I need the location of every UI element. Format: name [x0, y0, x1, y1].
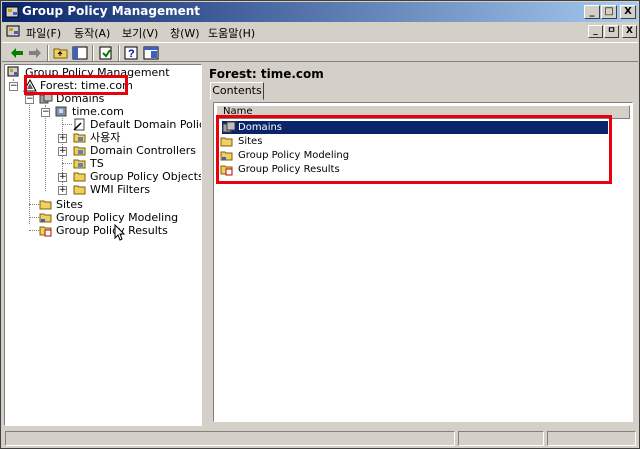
- tree-item-label: WMI Filters: [90, 183, 151, 196]
- tree-line: [29, 217, 39, 218]
- back-arrow-icon[interactable]: [8, 45, 26, 61]
- console-icon[interactable]: [6, 25, 22, 39]
- menu-action[interactable]: 동작(A): [74, 25, 110, 41]
- status-cell-main: [5, 431, 455, 446]
- tree-item-label: Group Policy Results: [56, 224, 168, 237]
- console-tree[interactable]: Group Policy Management − Forest: time.c…: [4, 64, 202, 426]
- tree-item-label: Default Domain Policy: [90, 118, 202, 131]
- up-folder-icon[interactable]: [52, 45, 70, 61]
- collapse-domains-toggle[interactable]: −: [25, 95, 34, 104]
- folder-icon: [73, 185, 86, 195]
- menu-bar: 파일(F) 동작(A) 보기(V) 창(W) 도움말(H) _ ㅁ X: [2, 22, 638, 42]
- expand-domain-controllers-toggle[interactable]: +: [58, 147, 67, 156]
- svg-text:?: ?: [128, 48, 135, 60]
- menu-window[interactable]: 창(W): [170, 25, 200, 41]
- results-folder-icon: [39, 226, 52, 237]
- folder-icon: [73, 172, 86, 182]
- forward-arrow-icon[interactable]: [26, 45, 44, 61]
- help-icon[interactable]: ?: [123, 45, 141, 61]
- tree-item-label: TS: [90, 157, 104, 170]
- ou-folder-icon: [73, 159, 86, 169]
- status-cell: [458, 431, 544, 446]
- minimize-button[interactable]: _: [584, 5, 600, 19]
- collapse-domain-toggle[interactable]: −: [41, 108, 50, 117]
- toolbar-separator: [92, 45, 94, 61]
- tree-line: [29, 204, 39, 205]
- ou-folder-icon: [73, 146, 86, 156]
- expand-ou-users-toggle[interactable]: +: [58, 134, 67, 143]
- mdi-restore-button[interactable]: ㅁ: [604, 25, 619, 38]
- title-bar[interactable]: Group Policy Management _ □ X: [2, 2, 638, 22]
- annotation-highlight-forest: [24, 75, 128, 95]
- tree-line: [62, 124, 72, 125]
- expand-gpo-container-toggle[interactable]: +: [58, 173, 67, 182]
- tree-line: [29, 230, 39, 231]
- tree-item-label: Sites: [56, 198, 83, 211]
- tree-item-label: Domain Controllers: [90, 144, 197, 157]
- tree-item-label: Group Policy Modeling: [56, 211, 179, 224]
- toolbar: ?: [2, 42, 638, 62]
- toolbar-separator: [47, 45, 49, 61]
- gpmc-icon: [7, 66, 19, 77]
- menu-file[interactable]: 파일(F): [26, 25, 61, 41]
- tree-item-label: 사용자: [90, 131, 121, 144]
- ou-folder-icon: [73, 133, 86, 143]
- sites-folder-icon: [39, 200, 52, 210]
- annotation-highlight-contents: [216, 115, 612, 184]
- status-bar: [2, 429, 638, 447]
- expand-wmi-filters-toggle[interactable]: +: [58, 186, 67, 195]
- toolbar-separator: [118, 45, 120, 61]
- gpo-link-icon: [73, 118, 85, 131]
- export-list-icon[interactable]: [97, 45, 115, 61]
- window-title: Group Policy Management: [22, 4, 201, 18]
- tree-line: [62, 163, 72, 164]
- close-button[interactable]: X: [620, 5, 636, 19]
- mdi-minimize-button[interactable]: _: [588, 25, 603, 38]
- tree-line: [45, 105, 46, 191]
- maximize-button[interactable]: □: [601, 5, 617, 19]
- status-cell: [547, 431, 636, 446]
- tab-contents[interactable]: Contents: [210, 82, 264, 100]
- domain-icon: [55, 106, 67, 117]
- mouse-cursor-icon: [114, 224, 126, 241]
- menu-help[interactable]: 도움말(H): [208, 25, 255, 41]
- details-title: Forest: time.com: [209, 67, 324, 81]
- modeling-folder-icon: [39, 213, 52, 223]
- properties-icon[interactable]: [142, 45, 160, 61]
- tree-domain-label: time.com: [72, 105, 124, 118]
- gpmc-app-icon: [5, 6, 19, 18]
- show-hide-tree-icon[interactable]: [71, 45, 89, 61]
- collapse-forest-toggle[interactable]: −: [9, 82, 18, 91]
- mdi-close-button[interactable]: X: [622, 25, 637, 38]
- gpmc-window: Group Policy Management _ □ X 파일(F) 동작(A…: [0, 0, 640, 449]
- menu-view[interactable]: 보기(V): [122, 25, 158, 41]
- tree-item-label: Group Policy Objects: [90, 170, 202, 183]
